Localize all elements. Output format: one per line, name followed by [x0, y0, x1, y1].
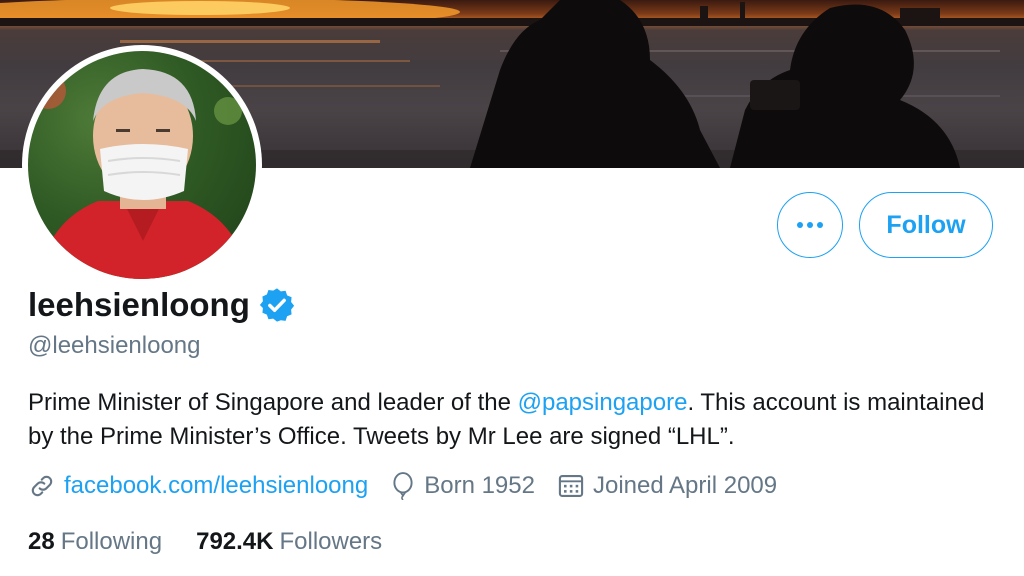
bio-mention-link[interactable]: @papsingapore	[518, 389, 688, 416]
website-item[interactable]: facebook.com/leehsienloong	[28, 472, 368, 500]
calendar-icon	[558, 475, 584, 497]
link-icon	[31, 475, 53, 497]
more-dots-icon	[797, 222, 823, 228]
avatar-photo	[28, 51, 256, 279]
profile-meta: facebook.com/leehsienloong Born 1952 Joi…	[28, 472, 799, 500]
following-label: Following	[60, 528, 163, 555]
followers-label: Followers	[279, 528, 383, 555]
profile-name-row: leehsienloong	[28, 286, 296, 324]
profile-bio: Prime Minister of Singapore and leader o…	[28, 386, 988, 454]
profile-handle: @leehsienloong	[28, 332, 201, 359]
verified-badge-icon	[259, 288, 294, 322]
follow-button[interactable]: Follow	[859, 192, 993, 258]
followers-count: 792.4K	[196, 528, 274, 555]
joined-item: Joined April 2009	[557, 472, 777, 500]
followers-stat[interactable]: 792.4K Followers	[196, 528, 382, 556]
website-link[interactable]: facebook.com/leehsienloong	[64, 472, 368, 500]
profile-avatar[interactable]	[22, 45, 262, 285]
birth-text: Born 1952	[424, 472, 535, 499]
birthday-item: Born 1952	[390, 472, 535, 500]
following-count: 28	[28, 528, 55, 555]
balloon-icon	[393, 472, 413, 500]
following-stat[interactable]: 28 Following	[28, 528, 162, 556]
display-name: leehsienloong	[28, 286, 250, 323]
joined-text: Joined April 2009	[592, 472, 778, 499]
profile-stats: 28 Following 792.4K Followers	[28, 528, 416, 556]
more-options-button[interactable]	[777, 192, 843, 258]
bio-text-start: Prime Minister of Singapore and leader o…	[28, 389, 518, 416]
